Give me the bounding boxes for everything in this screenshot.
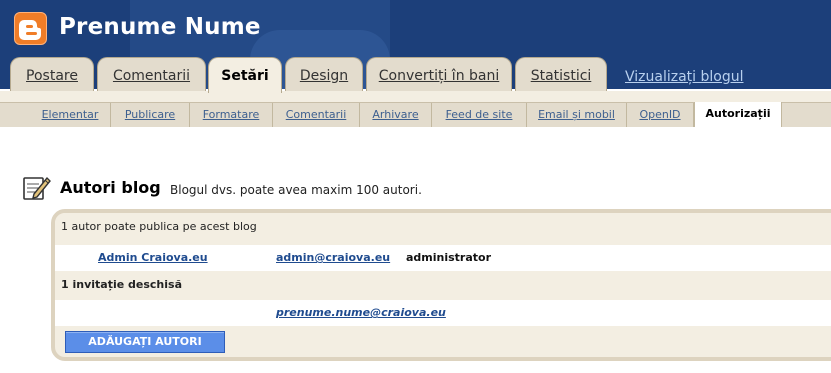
- edit-notepad-icon: [22, 174, 52, 206]
- invitation-row: prenume.nume@craiova.eu: [55, 300, 831, 326]
- author-name-link[interactable]: Admin Craiova.eu: [98, 245, 208, 271]
- subnav-bar: Elementar Publicare Formatare Comentarii…: [0, 102, 831, 127]
- tab-postare[interactable]: Postare: [10, 57, 94, 91]
- add-authors-button[interactable]: ADĂUGAȚI AUTORI: [65, 331, 225, 353]
- invitations-count: 1 invitație deschisă: [55, 271, 831, 299]
- authors-panel: 1 autor poate publica pe acest blog Admi…: [51, 209, 831, 361]
- author-row: Admin Craiova.eu admin@craiova.eu admini…: [55, 245, 831, 271]
- tab-setari[interactable]: Setări: [208, 57, 282, 93]
- blog-title: Prenume Nume: [59, 14, 261, 40]
- tab-comentarii[interactable]: Comentarii: [97, 57, 206, 91]
- invitation-email-link[interactable]: prenume.nume@craiova.eu: [276, 300, 446, 326]
- subnav-formatare[interactable]: Formatare: [190, 103, 273, 127]
- subnav-publicare[interactable]: Publicare: [111, 103, 190, 127]
- author-email-link[interactable]: admin@craiova.eu: [276, 245, 390, 271]
- view-blog-link[interactable]: Vizualizați blogul: [625, 69, 744, 85]
- subnav-elementar[interactable]: Elementar: [30, 103, 111, 127]
- settings-subnav: Elementar Publicare Formatare Comentarii…: [0, 91, 831, 127]
- author-role: administrator: [406, 251, 492, 264]
- tab-design[interactable]: Design: [285, 57, 363, 91]
- main-tabs: Postare Comentarii Setări Design Convert…: [0, 57, 831, 93]
- blogger-logo-icon[interactable]: [14, 12, 47, 45]
- subnav-email-mobil[interactable]: Email și mobil: [527, 103, 627, 127]
- section-description: Blogul dvs. poate avea maxim 100 autori.: [170, 183, 422, 197]
- subnav-arhivare[interactable]: Arhivare: [360, 103, 432, 127]
- subnav-openid[interactable]: OpenID: [627, 103, 694, 127]
- tab-convertiti[interactable]: Convertiți în bani: [366, 57, 512, 91]
- subnav-autorizatii[interactable]: Autorizații: [694, 102, 782, 127]
- tab-statistici[interactable]: Statistici: [515, 57, 607, 91]
- section-title: Autori blog: [60, 178, 161, 197]
- authors-count: 1 autor poate publica pe acest blog: [55, 213, 831, 241]
- subnav-feed[interactable]: Feed de site: [432, 103, 527, 127]
- subnav-comentarii[interactable]: Comentarii: [273, 103, 360, 127]
